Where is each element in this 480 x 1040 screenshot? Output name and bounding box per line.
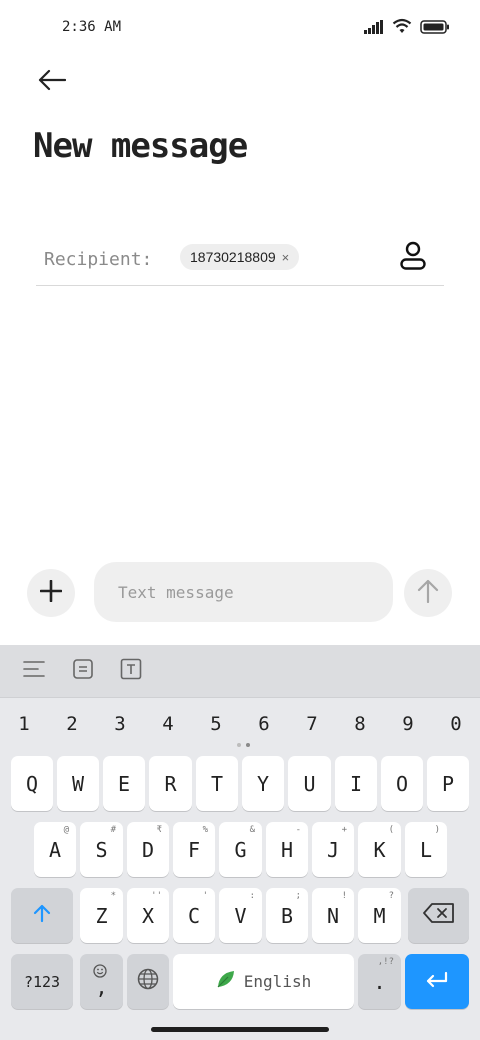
language-key[interactable] bbox=[127, 954, 169, 1009]
period-key[interactable]: ,!?. bbox=[358, 954, 401, 1009]
key-e[interactable]: E bbox=[103, 756, 145, 811]
keyboard: 1 2 3 4 5 6 7 8 9 0 Q W E R T Y U I O P … bbox=[0, 645, 480, 1040]
key-i[interactable]: I bbox=[335, 756, 377, 811]
signal-icon bbox=[364, 19, 384, 38]
chip-remove-icon[interactable]: × bbox=[282, 250, 290, 265]
wifi-icon bbox=[392, 18, 412, 38]
keyboard-menu-button[interactable] bbox=[20, 657, 48, 685]
leaf-icon bbox=[216, 969, 236, 994]
menu-lines-icon bbox=[23, 660, 45, 682]
status-icons bbox=[364, 18, 450, 38]
comma-emoji-key[interactable]: , bbox=[80, 954, 123, 1009]
globe-icon bbox=[137, 968, 159, 995]
key-s[interactable]: # S bbox=[80, 822, 123, 877]
key-x[interactable]: '' X bbox=[127, 888, 169, 943]
arrow-up-icon bbox=[417, 579, 439, 607]
key-2[interactable]: 2 bbox=[52, 707, 92, 741]
arrow-left-icon bbox=[38, 69, 67, 95]
battery-icon bbox=[420, 19, 450, 38]
number-row: 1 2 3 4 5 6 7 8 9 0 bbox=[0, 707, 480, 741]
key-z[interactable]: * Z bbox=[80, 888, 123, 943]
key-9[interactable]: 9 bbox=[388, 707, 428, 741]
key-m[interactable]: ? M bbox=[358, 888, 401, 943]
recipient-chip-number: 18730218809 bbox=[190, 249, 276, 265]
key-f[interactable]: % F bbox=[173, 822, 215, 877]
person-icon bbox=[399, 241, 427, 275]
status-bar: 2:36 AM bbox=[0, 0, 480, 56]
shift-arrow-icon bbox=[32, 903, 52, 928]
key-p[interactable]: P bbox=[427, 756, 469, 811]
key-7[interactable]: 7 bbox=[292, 707, 332, 741]
plus-icon bbox=[39, 579, 63, 606]
navigation-handle[interactable] bbox=[151, 1027, 329, 1032]
contacts-button[interactable] bbox=[396, 240, 430, 276]
symbols-key[interactable]: ?123 bbox=[11, 954, 73, 1009]
send-button[interactable] bbox=[404, 569, 452, 617]
key-8[interactable]: 8 bbox=[340, 707, 380, 741]
key-1[interactable]: 1 bbox=[4, 707, 44, 741]
key-j[interactable]: + J bbox=[312, 822, 354, 877]
enter-icon bbox=[425, 970, 449, 994]
emoji-icon bbox=[93, 959, 107, 983]
key-3[interactable]: 3 bbox=[100, 707, 140, 741]
back-button[interactable] bbox=[30, 62, 74, 102]
key-k[interactable]: (K bbox=[358, 822, 401, 877]
key-o[interactable]: O bbox=[381, 756, 423, 811]
key-l[interactable]: ) L bbox=[405, 822, 447, 877]
add-attachment-button[interactable] bbox=[27, 569, 75, 617]
status-time: 2:36 AM bbox=[62, 19, 122, 35]
enter-key[interactable] bbox=[405, 954, 469, 1009]
key-d[interactable]: ₹ D bbox=[127, 822, 169, 877]
key-n[interactable]: ! N bbox=[312, 888, 354, 943]
clipboard-button[interactable] bbox=[69, 657, 97, 685]
key-5[interactable]: 5 bbox=[196, 707, 236, 741]
key-v[interactable]: :V bbox=[219, 888, 262, 943]
key-4[interactable]: 4 bbox=[148, 707, 188, 741]
key-y[interactable]: Y bbox=[242, 756, 284, 811]
key-a[interactable]: @ A bbox=[34, 822, 76, 877]
shift-key[interactable] bbox=[11, 888, 73, 943]
text-edit-button[interactable] bbox=[117, 657, 145, 685]
page-title: New message bbox=[33, 126, 248, 166]
key-g[interactable]: & G bbox=[219, 822, 262, 877]
keyboard-toolbar bbox=[0, 645, 480, 698]
key-q[interactable]: Q bbox=[11, 756, 53, 811]
recipient-chip[interactable]: 18730218809 × bbox=[180, 244, 300, 270]
message-input[interactable] bbox=[94, 562, 393, 622]
key-h[interactable]: -H bbox=[266, 822, 308, 877]
key-t[interactable]: T bbox=[196, 756, 238, 811]
key-0[interactable]: 0 bbox=[436, 707, 476, 741]
backspace-icon bbox=[422, 903, 455, 928]
key-b[interactable]: ; B bbox=[266, 888, 308, 943]
key-c[interactable]: ' C bbox=[173, 888, 215, 943]
key-w[interactable]: W bbox=[57, 756, 99, 811]
space-key[interactable]: English bbox=[173, 954, 354, 1009]
backspace-key[interactable] bbox=[408, 888, 469, 943]
recipient-row[interactable]: Recipient: 18730218809 × bbox=[36, 236, 444, 286]
keyboard-page-dots bbox=[237, 743, 250, 747]
clipboard-icon bbox=[72, 658, 94, 684]
key-r[interactable]: R bbox=[149, 756, 192, 811]
recipient-label: Recipient: bbox=[44, 249, 153, 270]
key-u[interactable]: U bbox=[288, 756, 331, 811]
key-6[interactable]: 6 bbox=[244, 707, 284, 741]
text-box-icon bbox=[120, 658, 142, 684]
